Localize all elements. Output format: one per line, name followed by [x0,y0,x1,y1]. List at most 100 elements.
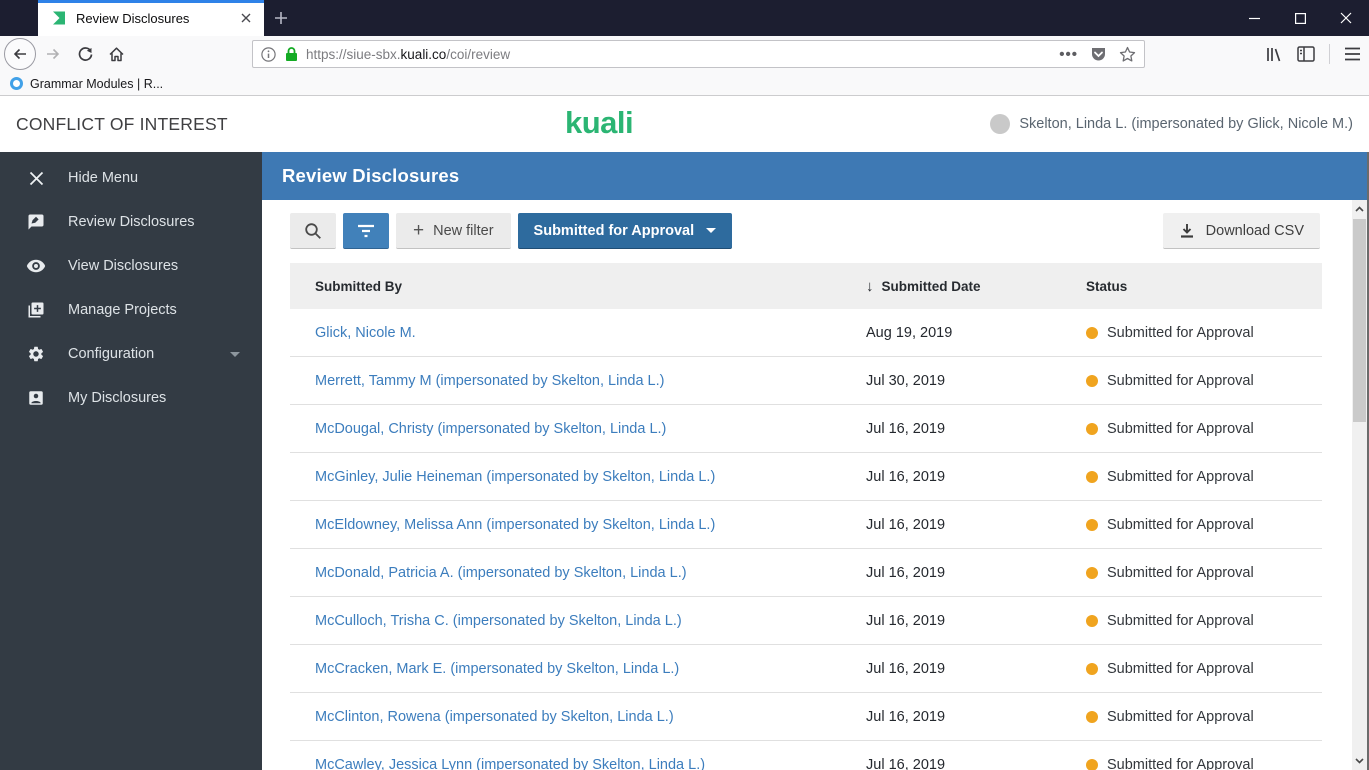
browser-navbar: https://siue-sbx.kuali.co/coi/review ••• [0,36,1369,72]
table-row: Glick, Nicole M. Aug 19, 2019 Submitted … [290,309,1322,357]
toolbar: + New filter Submitted for Approval Down… [290,213,1320,249]
submitted-date: Jul 16, 2019 [866,612,946,629]
table-row: McCracken, Mark E. (impersonated by Skel… [290,645,1322,693]
status-dot-icon [1086,758,1098,770]
download-csv-button[interactable]: Download CSV [1162,213,1320,249]
submitted-date: Jul 16, 2019 [866,468,946,485]
window-controls [1231,0,1369,36]
vertical-scrollbar[interactable] [1352,200,1367,770]
disclosure-link[interactable]: McCulloch, Trisha C. (impersonated by Sk… [315,613,866,629]
submitted-date: Jul 30, 2019 [866,372,946,389]
submitted-date: Aug 19, 2019 [866,324,953,341]
status-badge: Submitted for Approval [1107,420,1254,437]
status-badge: Submitted for Approval [1107,372,1254,389]
disclosure-link[interactable]: McGinley, Julie Heineman (impersonated b… [315,469,866,485]
plus-icon: + [413,220,425,241]
sidebar-item-hide-menu[interactable]: Hide Menu [0,156,262,200]
minimize-button[interactable] [1231,0,1277,36]
table-row: McDonald, Patricia A. (impersonated by S… [290,549,1322,597]
table-row: McEldowney, Melissa Ann (impersonated by… [290,501,1322,549]
bookmark-star-icon[interactable] [1119,46,1136,63]
disclosure-link[interactable]: Glick, Nicole M. [315,325,866,341]
sidebar-toggle-icon[interactable] [1297,46,1315,62]
kuali-favicon-icon [51,10,67,26]
disclosures-table: Submitted By ↓ Submitted Date Status Glic… [290,263,1322,770]
lock-icon[interactable] [285,46,298,62]
disclosure-link[interactable]: McDonald, Patricia A. (impersonated by S… [315,565,866,581]
column-header-submitted-by[interactable]: Submitted By [315,279,866,294]
sidebar-item-review-disclosures[interactable]: Review Disclosures [0,200,262,244]
sidebar-item-manage-projects[interactable]: Manage Projects [0,288,262,332]
pocket-icon[interactable] [1090,46,1107,63]
reload-button[interactable] [70,46,100,63]
hamburger-menu-icon[interactable] [1344,47,1361,61]
submitted-date: Jul 16, 2019 [866,564,946,581]
disclosure-link[interactable]: Merrett, Tammy M (impersonated by Skelto… [315,373,866,389]
submitted-date: Jul 16, 2019 [866,708,946,725]
status-dot-icon [1086,566,1098,579]
scrollbar-thumb[interactable] [1353,219,1366,422]
avatar [990,114,1011,134]
forward-button[interactable] [36,46,70,62]
status-dot-icon [1086,374,1098,387]
page-actions-icon[interactable]: ••• [1059,46,1078,63]
scroll-down-icon[interactable] [1352,753,1367,769]
disclosure-link[interactable]: McClinton, Rowena (impersonated by Skelt… [315,709,866,725]
review-icon [26,213,46,231]
url-bar[interactable]: https://siue-sbx.kuali.co/coi/review ••• [252,40,1145,68]
tab-close-icon[interactable] [236,8,256,28]
disclosure-link[interactable]: McEldowney, Melissa Ann (impersonated by… [315,517,866,533]
table-header: Submitted By ↓ Submitted Date Status [290,263,1322,309]
chevron-down-icon [706,228,717,233]
active-tab-indicator [38,0,264,3]
eye-icon [26,259,46,273]
page-info-icon[interactable] [261,46,276,62]
search-icon [305,222,321,239]
page-title-bar: Review Disclosures [262,152,1367,200]
back-button[interactable] [4,38,36,70]
table-row: McClinton, Rowena (impersonated by Skelt… [290,693,1322,741]
status-dot-icon [1086,470,1098,483]
user-menu[interactable]: Skelton, Linda L. (impersonated by Glick… [990,96,1353,152]
gear-icon [26,345,46,363]
new-filter-button[interactable]: + New filter [396,213,511,249]
bookmark-item[interactable]: Grammar Modules | R... [30,77,163,91]
user-name: Skelton, Linda L. (impersonated by Glick… [1019,116,1353,132]
column-header-status[interactable]: Status [1086,279,1297,294]
library-icon[interactable] [1265,46,1283,63]
disclosure-link[interactable]: McCawley, Jessica Lynn (impersonated by … [315,757,866,770]
status-dot-icon [1086,422,1098,435]
status-dot-icon [1086,614,1098,627]
filter-icon [358,224,374,237]
sort-descending-icon: ↓ [866,277,874,295]
close-window-button[interactable] [1323,0,1369,36]
column-header-submitted-date[interactable]: ↓ Submitted Date [866,278,1086,295]
content-area: + New filter Submitted for Approval Down… [262,200,1367,770]
home-button[interactable] [100,46,132,63]
active-filter-dropdown[interactable]: Submitted for Approval [517,213,733,249]
browser-tab[interactable]: Review Disclosures [38,0,264,36]
browser-titlebar: Review Disclosures [0,0,1369,36]
submitted-date: Jul 16, 2019 [866,756,946,770]
table-row: Merrett, Tammy M (impersonated by Skelto… [290,357,1322,405]
status-badge: Submitted for Approval [1107,756,1254,770]
filter-toggle-button[interactable] [343,213,389,249]
bookmark-favicon-icon [10,77,23,90]
sidebar-item-configuration[interactable]: Configuration [0,332,262,376]
scroll-up-icon[interactable] [1352,201,1367,217]
status-badge: Submitted for Approval [1107,516,1254,533]
maximize-button[interactable] [1277,0,1323,36]
status-dot-icon [1086,326,1098,339]
sidebar-item-view-disclosures[interactable]: View Disclosures [0,244,262,288]
new-tab-button[interactable] [264,0,298,36]
app-title: CONFLICT OF INTEREST [16,113,228,134]
disclosure-link[interactable]: McCracken, Mark E. (impersonated by Skel… [315,661,866,677]
app-header: CONFLICT OF INTEREST kuali Skelton, Lind… [0,96,1369,152]
submitted-date: Jul 16, 2019 [866,420,946,437]
sidebar-item-my-disclosures[interactable]: My Disclosures [0,376,262,420]
sidebar: Hide Menu Review Disclosures View Disclo… [0,152,262,770]
search-button[interactable] [290,213,336,249]
status-dot-icon [1086,518,1098,531]
toolbar-divider [1329,44,1330,64]
disclosure-link[interactable]: McDougal, Christy (impersonated by Skelt… [315,421,866,437]
